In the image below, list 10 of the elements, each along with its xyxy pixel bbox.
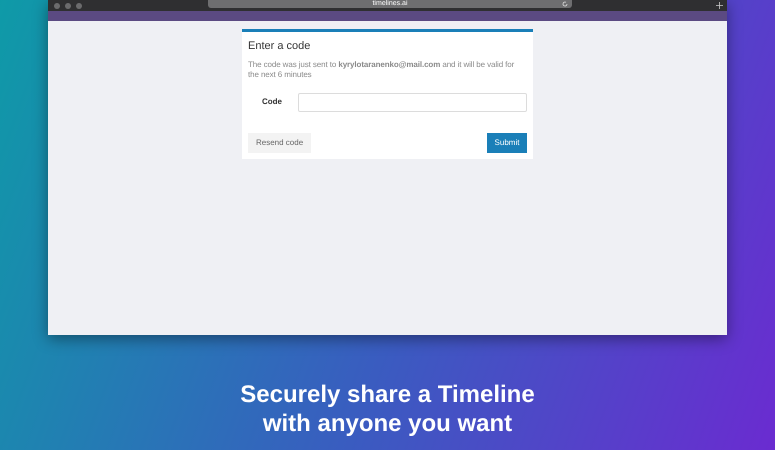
message-text: The code was just sent to kyrylotaranenko@mail.com and it will be valid for the next 6 minutes (248, 60, 516, 80)
headline-text: Securely share a Timeline (240, 380, 535, 409)
new-tab-icon[interactable] (716, 2, 723, 9)
reload-icon[interactable] (562, 1, 568, 7)
resend-button[interactable]: Resend code (248, 132, 312, 152)
headline-text: with anyone you want (262, 409, 512, 438)
card-title: Enter a code (248, 39, 312, 54)
code-field[interactable] (298, 92, 527, 112)
submit-button[interactable]: Submit (487, 132, 527, 152)
field-label: Code (261, 96, 283, 108)
